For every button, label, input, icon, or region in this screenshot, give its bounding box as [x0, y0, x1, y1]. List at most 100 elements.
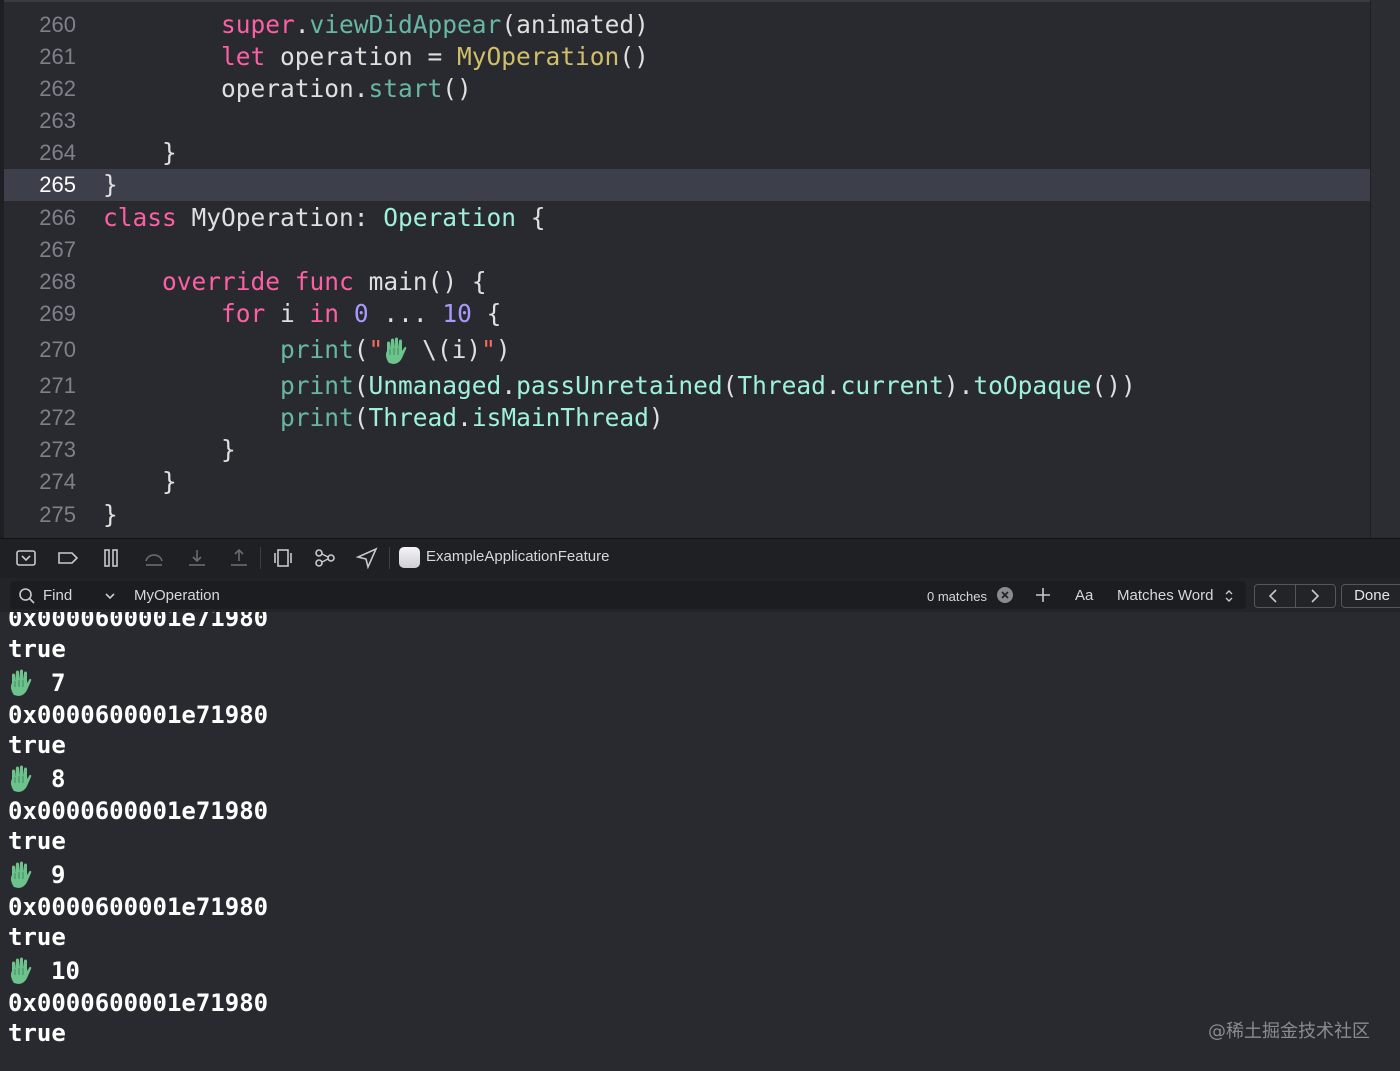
line-number[interactable]: 267: [4, 234, 76, 266]
code-token: (: [353, 371, 369, 400]
code-line[interactable]: 270 print(" \(i)"): [4, 334, 1370, 366]
next-match-icon[interactable]: [1308, 588, 1322, 604]
console-output[interactable]: 0x0000600001e71980 true 7 0x0000600001e7198…: [0, 612, 1400, 1071]
find-mode-label[interactable]: Find: [43, 587, 72, 604]
code-text[interactable]: print(Unmanaged.passUnretained(Thread.cu…: [103, 370, 1136, 402]
code-line[interactable]: 274 }: [4, 466, 1370, 498]
line-number[interactable]: 266: [4, 202, 76, 234]
case-sensitive-toggle[interactable]: Aa: [1075, 587, 1093, 604]
hand-emoji-icon: [10, 861, 32, 888]
line-number[interactable]: 265: [4, 169, 76, 201]
add-pattern-icon[interactable]: [1034, 586, 1052, 604]
breakpoints-toggle-icon[interactable]: [56, 547, 80, 569]
code-text[interactable]: }: [103, 169, 118, 201]
step-into-icon[interactable]: [185, 547, 209, 569]
code-line[interactable]: 261 let operation = MyOperation(): [4, 41, 1370, 73]
watermark: @稀土掘金技术社区: [1208, 1021, 1370, 1042]
code-token: operation.: [103, 74, 369, 103]
code-token: (: [353, 335, 369, 364]
clear-search-icon[interactable]: [996, 586, 1014, 604]
code-text[interactable]: super.viewDidAppear(animated): [103, 9, 649, 41]
chevron-down-icon[interactable]: [104, 591, 116, 601]
code-token: print: [280, 371, 354, 400]
code-token: {: [471, 299, 502, 328]
code-line[interactable]: 271 print(Unmanaged.passUnretained(Threa…: [4, 370, 1370, 402]
step-out-icon[interactable]: [227, 547, 251, 569]
code-text[interactable]: print(" \(i)"): [103, 334, 511, 366]
previous-match-icon[interactable]: [1266, 588, 1280, 604]
code-token: .: [294, 10, 310, 39]
code-line[interactable]: 269 for i in 0 ... 10 {: [4, 298, 1370, 330]
code-line[interactable]: 273 }: [4, 434, 1370, 466]
code-text[interactable]: operation.start(): [103, 73, 472, 105]
code-line[interactable]: 272 print(Thread.isMainThread): [4, 402, 1370, 434]
view-hierarchy-icon[interactable]: [271, 547, 295, 569]
code-line[interactable]: 275}: [4, 499, 1370, 531]
code-line[interactable]: 262 operation.start(): [4, 73, 1370, 105]
code-line[interactable]: 268 override func main() {: [4, 266, 1370, 298]
editor-scrollbar[interactable]: [1370, 0, 1400, 538]
code-token: toOpaque: [973, 371, 1092, 400]
memory-graph-icon[interactable]: [313, 547, 337, 569]
code-text[interactable]: }: [103, 434, 236, 466]
code-text[interactable]: }: [103, 137, 177, 169]
line-number[interactable]: 274: [4, 466, 76, 498]
code-token: ...: [368, 299, 443, 328]
line-number[interactable]: 263: [4, 105, 76, 137]
line-number[interactable]: 262: [4, 73, 76, 105]
code-token: let: [221, 42, 266, 71]
code-token: ": [368, 335, 384, 364]
source-editor[interactable]: 260 super.viewDidAppear(animated) 261 let…: [0, 0, 1400, 538]
code-line[interactable]: 265}: [4, 169, 1370, 201]
code-line[interactable]: 260 super.viewDidAppear(animated): [4, 9, 1370, 41]
code-line[interactable]: 266 class MyOperation: Operation {: [4, 202, 1370, 234]
console-line: 9: [51, 861, 66, 889]
line-number[interactable]: 260: [4, 9, 76, 41]
code-text[interactable]: }: [103, 499, 118, 531]
code-text[interactable]: print(Thread.isMainThread): [103, 402, 664, 434]
line-number[interactable]: 264: [4, 137, 76, 169]
code-text[interactable]: class MyOperation: Operation {: [103, 202, 546, 234]
line-number[interactable]: 271: [4, 370, 76, 402]
line-number[interactable]: 275: [4, 499, 76, 531]
debug-target-label[interactable]: ExampleApplicationFeature: [426, 548, 609, 565]
step-over-icon[interactable]: [142, 547, 166, 569]
hide-debug-area-icon[interactable]: [14, 547, 38, 569]
code-text[interactable]: for i in 0 ... 10 {: [103, 298, 501, 330]
code-text[interactable]: }: [103, 466, 177, 498]
match-type-popup[interactable]: Matches Word: [1117, 587, 1213, 604]
code-token: (animated): [501, 10, 649, 39]
search-icon: [19, 588, 35, 604]
code-line[interactable]: 267: [4, 234, 1370, 266]
code-token: .: [501, 371, 517, 400]
code-text[interactable]: override func main() {: [103, 266, 487, 298]
code-line[interactable]: 264 }: [4, 137, 1370, 169]
done-button[interactable]: Done: [1341, 584, 1400, 608]
code-token: passUnretained: [516, 371, 723, 400]
line-number[interactable]: 270: [4, 334, 76, 366]
search-query[interactable]: MyOperation: [134, 587, 220, 604]
console-line: 0x0000600001e71980: [8, 797, 269, 825]
code-token: Thread: [737, 371, 826, 400]
code-token: current: [840, 371, 944, 400]
line-number[interactable]: 272: [4, 402, 76, 434]
code-token: .: [825, 371, 841, 400]
pause-icon[interactable]: [99, 547, 123, 569]
code-token: main() {: [353, 267, 487, 296]
code-token: ): [495, 335, 511, 364]
line-number[interactable]: 268: [4, 266, 76, 298]
code-token: MyOperation:: [176, 203, 384, 232]
line-number[interactable]: 269: [4, 298, 76, 330]
line-number[interactable]: 261: [4, 41, 76, 73]
simulate-location-icon[interactable]: [355, 547, 379, 569]
code-text[interactable]: let operation = MyOperation(): [103, 41, 649, 73]
code-token: operation =: [265, 42, 458, 71]
app-target-icon[interactable]: [399, 547, 420, 568]
code-line[interactable]: 263: [4, 105, 1370, 137]
hand-emoji-icon: [386, 337, 407, 364]
code-token: override: [162, 267, 281, 296]
line-number[interactable]: 273: [4, 434, 76, 466]
